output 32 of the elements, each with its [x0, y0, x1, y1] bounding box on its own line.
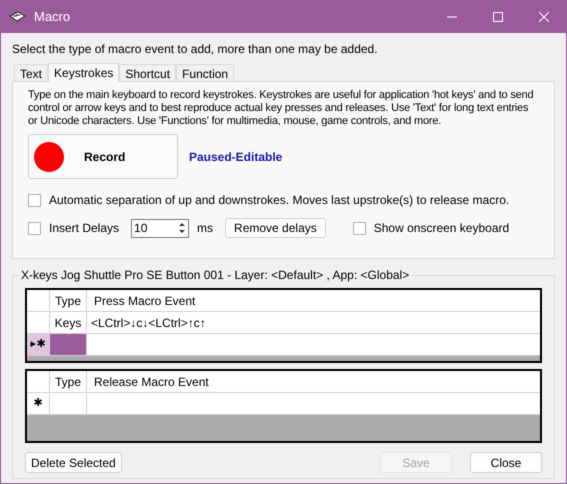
delay-spinner[interactable]: 10 — [131, 218, 190, 238]
record-button[interactable]: Record — [28, 134, 178, 179]
tab[interactable]: Function — [176, 64, 234, 81]
close-dialog-button[interactable]: Close — [470, 452, 542, 473]
delete-selected-button[interactable]: Delete Selected — [25, 452, 122, 473]
maximize-icon — [493, 12, 503, 22]
checkbox[interactable] — [28, 222, 41, 234]
record-icon — [34, 142, 64, 172]
tab[interactable]: Keystrokes — [48, 63, 120, 82]
keyboard-icon — [8, 10, 26, 24]
checkbox[interactable] — [352, 222, 366, 234]
row-header[interactable]: ▸✱ — [27, 334, 50, 355]
unit-label: ms — [197, 220, 214, 237]
tab[interactable]: Text — [14, 64, 48, 81]
column-header: Type — [50, 371, 87, 392]
checkbox[interactable] — [28, 194, 41, 206]
column-header: Press Macro Event — [93, 292, 196, 310]
window-title: Macro — [34, 8, 70, 26]
column-header: Release Macro Event — [93, 374, 210, 390]
table-cell: Keys — [50, 312, 87, 333]
remove-delays-button[interactable]: Remove delays — [225, 218, 326, 238]
checkbox-label: Show onscreen keyboard — [374, 220, 510, 237]
close-icon — [539, 12, 549, 22]
description-text: Type on the main keyboard to record keystrokes. Keystrokes are useful for application 'hot keys' and to send control or arrow keys and to best reproduce actual key presses and releases. Use 'Text' for long text entries or Unicode characters. Use 'Functions' for multimedia, mouse, game controls, and more. — [28, 89, 534, 128]
group-title: X-keys Jog Shuttle Pro SE Button 001 - Layer: <Default> , App: <Global> — [19, 268, 412, 282]
status-text: Paused-Editable — [189, 148, 282, 166]
checkbox-label: Automatic separation of up and downstrokes. Moves last upstroke(s) to release macro. — [49, 192, 510, 209]
column-header: Type — [50, 290, 87, 311]
table-cell-text: <LCtrl>↓c↓<LCtrl>↑c↑ — [90, 314, 207, 332]
instruction-text: Select the type of macro event to add, more than one may be added. — [12, 41, 379, 58]
checkbox-label: Insert Delays — [49, 220, 120, 237]
tab[interactable]: Shortcut — [119, 64, 176, 81]
